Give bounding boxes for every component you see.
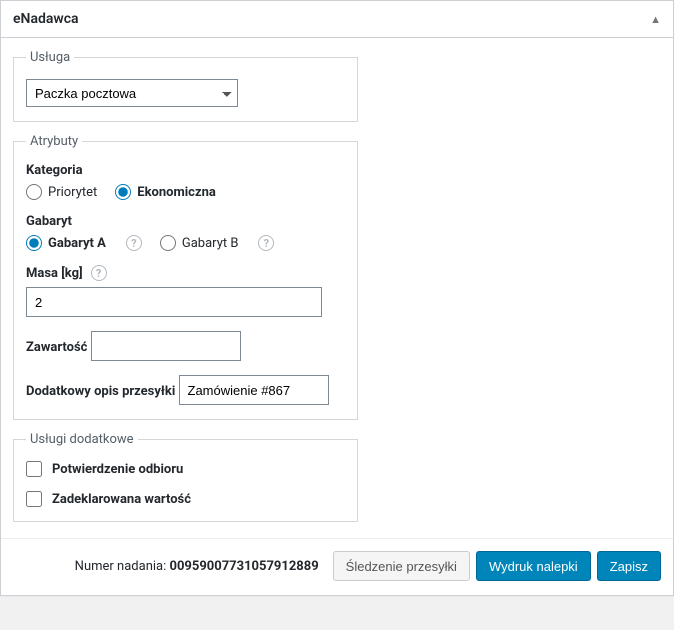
radio-priority-label: Priorytet [48,185,97,200]
radio-economy[interactable]: Ekonomiczna [115,184,216,200]
service-select[interactable]: Paczka pocztowa [26,79,238,107]
addon-declared-checkbox[interactable] [26,491,42,507]
radio-size-a[interactable]: Gabaryt A [26,235,106,251]
weight-label-text: Masa [kg] [26,266,83,281]
service-legend: Usługa [26,50,74,65]
enadawca-panel: eNadawca ▲ Usługa Paczka pocztowa Atrybu… [0,0,674,596]
panel-footer: Numer nadania: 00959007731057912889 Śled… [1,538,673,595]
panel-body: Usługa Paczka pocztowa Atrybuty Kategori… [1,38,673,538]
size-radio-group: Gabaryt A ? Gabaryt B ? [26,235,345,251]
contents-field: Zawartość [26,331,345,361]
radio-economy-label: Ekonomiczna [137,185,216,200]
radio-size-a-label: Gabaryt A [48,236,106,251]
print-label-button[interactable]: Wydruk nalepki [476,551,591,581]
attributes-fieldset: Atrybuty Kategoria Priorytet Ekonomiczna… [13,134,358,420]
addon-confirm-receive[interactable]: Potwierdzenie odbioru [26,461,345,477]
addons-fieldset: Usługi dodatkowe Potwierdzenie odbioru Z… [13,432,358,522]
radio-size-a-input[interactable] [26,235,42,251]
panel-title: eNadawca [13,11,79,27]
addons-legend: Usługi dodatkowe [26,432,138,447]
contents-label: Zawartość [26,340,87,355]
radio-size-b[interactable]: Gabaryt B [160,235,239,251]
service-fieldset: Usługa Paczka pocztowa [13,50,358,122]
radio-priority[interactable]: Priorytet [26,184,97,200]
tracking-label: Numer nadania: [75,559,170,574]
extra-desc-input[interactable] [179,375,329,405]
extra-desc-label: Dodatkowy opis przesyłki [26,384,175,399]
panel-header: eNadawca ▲ [1,1,673,38]
tracking-number-value: 00959007731057912889 [169,559,318,574]
addon-confirm-checkbox[interactable] [26,461,42,477]
radio-size-b-input[interactable] [160,235,176,251]
contents-input[interactable] [91,331,241,361]
extra-desc-field: Dodatkowy opis przesyłki [26,375,345,405]
weight-field: Masa [kg] ? [26,265,345,317]
help-icon[interactable]: ? [126,235,142,251]
attributes-legend: Atrybuty [26,134,82,149]
category-radio-group: Priorytet Ekonomiczna [26,184,345,200]
size-label: Gabaryt [26,214,345,229]
addon-declared-label: Zadeklarowana wartość [52,492,191,507]
addon-confirm-label: Potwierdzenie odbioru [52,462,183,477]
category-label: Kategoria [26,163,345,178]
help-icon[interactable]: ? [91,265,107,281]
radio-priority-input[interactable] [26,184,42,200]
radio-economy-input[interactable] [115,184,131,200]
collapse-toggle-icon[interactable]: ▲ [650,13,661,26]
radio-size-b-label: Gabaryt B [182,236,239,251]
track-button[interactable]: Śledzenie przesyłki [333,551,470,581]
tracking-number: Numer nadania: 00959007731057912889 [75,559,319,574]
weight-input[interactable] [26,287,322,317]
weight-label: Masa [kg] ? [26,265,107,281]
save-button[interactable]: Zapisz [597,551,661,581]
addon-declared-value[interactable]: Zadeklarowana wartość [26,491,345,507]
help-icon[interactable]: ? [258,235,274,251]
